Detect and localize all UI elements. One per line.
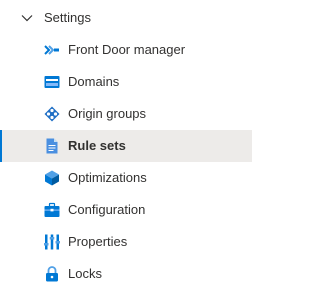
nav-item-properties[interactable]: Properties xyxy=(0,226,252,258)
domains-icon xyxy=(44,74,60,90)
nav-item-label: Origin groups xyxy=(68,106,147,121)
configuration-icon xyxy=(44,202,60,218)
nav-item-label: Domains xyxy=(68,74,120,89)
front-door-icon xyxy=(44,42,60,58)
nav-item-label: Properties xyxy=(68,234,128,249)
rule-sets-icon xyxy=(44,138,60,154)
settings-group-label: Settings xyxy=(44,10,91,25)
nav-item-locks[interactable]: Locks xyxy=(0,258,252,290)
nav-item-label: Rule sets xyxy=(68,138,126,153)
settings-group-header[interactable]: Settings xyxy=(0,2,252,34)
nav-item-label: Optimizations xyxy=(68,170,147,185)
origin-groups-icon xyxy=(44,106,60,122)
lock-icon xyxy=(44,266,60,282)
chevron-down-icon[interactable] xyxy=(20,11,34,25)
properties-icon xyxy=(44,234,60,250)
nav-item-front-door-manager[interactable]: Front Door manager xyxy=(0,34,252,66)
nav-item-optimizations[interactable]: Optimizations xyxy=(0,162,252,194)
optimizations-icon xyxy=(44,170,60,186)
nav-item-origin-groups[interactable]: Origin groups xyxy=(0,98,252,130)
settings-nav: Settings Front Door manager Domains Orig… xyxy=(0,0,252,295)
nav-item-label: Configuration xyxy=(68,202,146,217)
nav-item-domains[interactable]: Domains xyxy=(0,66,252,98)
nav-item-label: Front Door manager xyxy=(68,42,186,57)
nav-item-rule-sets[interactable]: Rule sets xyxy=(0,130,252,162)
nav-item-label: Locks xyxy=(68,266,102,281)
nav-item-configuration[interactable]: Configuration xyxy=(0,194,252,226)
